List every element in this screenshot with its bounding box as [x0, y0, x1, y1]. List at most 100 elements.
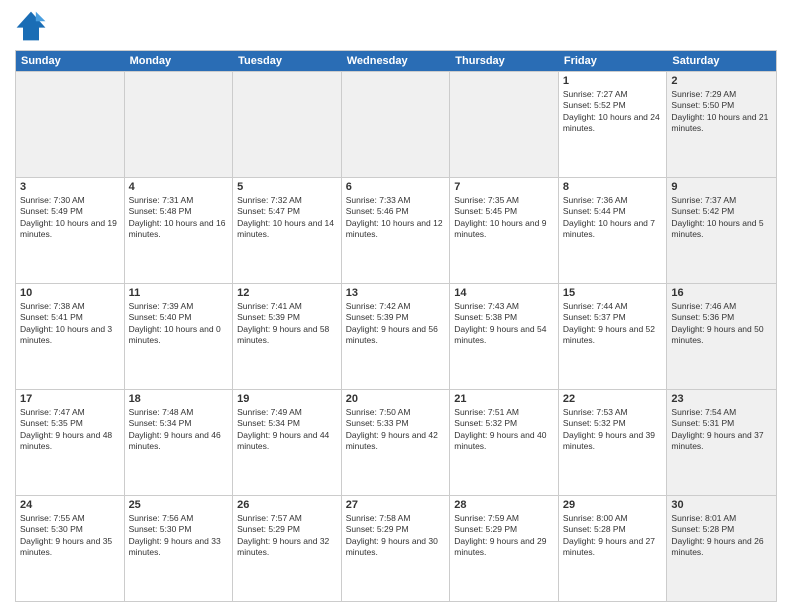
calendar-row-0: 1 Sunrise: 7:27 AM Sunset: 5:52 PM Daylig… — [16, 71, 776, 177]
day-info: Sunrise: 7:50 AM Sunset: 5:33 PM Dayligh… — [346, 407, 446, 453]
day-number: 17 — [20, 393, 120, 405]
day-info: Sunrise: 7:53 AM Sunset: 5:32 PM Dayligh… — [563, 407, 663, 453]
day-number: 13 — [346, 287, 446, 299]
day-number: 30 — [671, 499, 772, 511]
day-info: Sunrise: 7:39 AM Sunset: 5:40 PM Dayligh… — [129, 301, 229, 347]
day-number: 1 — [563, 75, 663, 87]
day-info: Sunrise: 7:54 AM Sunset: 5:31 PM Dayligh… — [671, 407, 772, 453]
calendar-body: 1 Sunrise: 7:27 AM Sunset: 5:52 PM Daylig… — [16, 71, 776, 601]
day-info: Sunrise: 7:49 AM Sunset: 5:34 PM Dayligh… — [237, 407, 337, 453]
day-info: Sunrise: 7:31 AM Sunset: 5:48 PM Dayligh… — [129, 195, 229, 241]
calendar-cell-20: 20 Sunrise: 7:50 AM Sunset: 5:33 PM Dayli… — [342, 390, 451, 495]
day-info: Sunrise: 7:36 AM Sunset: 5:44 PM Dayligh… — [563, 195, 663, 241]
day-info: Sunrise: 7:32 AM Sunset: 5:47 PM Dayligh… — [237, 195, 337, 241]
header — [15, 10, 777, 42]
day-number: 8 — [563, 181, 663, 193]
page: SundayMondayTuesdayWednesdayThursdayFrid… — [0, 0, 792, 612]
day-number: 5 — [237, 181, 337, 193]
day-number: 24 — [20, 499, 120, 511]
day-number: 4 — [129, 181, 229, 193]
calendar-cell-1: 1 Sunrise: 7:27 AM Sunset: 5:52 PM Daylig… — [559, 72, 668, 177]
day-number: 3 — [20, 181, 120, 193]
day-info: Sunrise: 7:42 AM Sunset: 5:39 PM Dayligh… — [346, 301, 446, 347]
calendar-cell-6: 6 Sunrise: 7:33 AM Sunset: 5:46 PM Daylig… — [342, 178, 451, 283]
calendar-row-2: 10 Sunrise: 7:38 AM Sunset: 5:41 PM Dayli… — [16, 283, 776, 389]
calendar-cell-15: 15 Sunrise: 7:44 AM Sunset: 5:37 PM Dayli… — [559, 284, 668, 389]
calendar-cell-19: 19 Sunrise: 7:49 AM Sunset: 5:34 PM Dayli… — [233, 390, 342, 495]
day-number: 25 — [129, 499, 229, 511]
calendar-cell-empty-0-0 — [16, 72, 125, 177]
day-number: 9 — [671, 181, 772, 193]
logo-icon — [15, 10, 47, 42]
day-info: Sunrise: 7:37 AM Sunset: 5:42 PM Dayligh… — [671, 195, 772, 241]
day-number: 28 — [454, 499, 554, 511]
day-info: Sunrise: 8:01 AM Sunset: 5:28 PM Dayligh… — [671, 513, 772, 559]
header-day-sunday: Sunday — [16, 51, 125, 71]
day-number: 20 — [346, 393, 446, 405]
day-number: 26 — [237, 499, 337, 511]
calendar-cell-13: 13 Sunrise: 7:42 AM Sunset: 5:39 PM Dayli… — [342, 284, 451, 389]
day-info: Sunrise: 7:58 AM Sunset: 5:29 PM Dayligh… — [346, 513, 446, 559]
day-info: Sunrise: 7:43 AM Sunset: 5:38 PM Dayligh… — [454, 301, 554, 347]
calendar-cell-5: 5 Sunrise: 7:32 AM Sunset: 5:47 PM Daylig… — [233, 178, 342, 283]
day-number: 29 — [563, 499, 663, 511]
calendar-cell-27: 27 Sunrise: 7:58 AM Sunset: 5:29 PM Dayli… — [342, 496, 451, 601]
day-info: Sunrise: 7:47 AM Sunset: 5:35 PM Dayligh… — [20, 407, 120, 453]
day-number: 22 — [563, 393, 663, 405]
calendar-cell-7: 7Sunrise: 7:35 AM Sunset: 5:45 PM Daylig… — [450, 178, 559, 283]
calendar-header: SundayMondayTuesdayWednesdayThursdayFrid… — [16, 51, 776, 71]
header-day-monday: Monday — [125, 51, 234, 71]
calendar-cell-21: 21 Sunrise: 7:51 AM Sunset: 5:32 PM Dayli… — [450, 390, 559, 495]
day-info: Sunrise: 7:59 AM Sunset: 5:29 PM Dayligh… — [454, 513, 554, 559]
day-number: 19 — [237, 393, 337, 405]
calendar-cell-3: 3Sunrise: 7:30 AM Sunset: 5:49 PM Daylig… — [16, 178, 125, 283]
day-info: Sunrise: 7:35 AM Sunset: 5:45 PM Dayligh… — [454, 195, 554, 241]
day-info: Sunrise: 7:48 AM Sunset: 5:34 PM Dayligh… — [129, 407, 229, 453]
calendar-cell-empty-0-4 — [450, 72, 559, 177]
calendar-cell-22: 22 Sunrise: 7:53 AM Sunset: 5:32 PM Dayli… — [559, 390, 668, 495]
day-info: Sunrise: 7:27 AM Sunset: 5:52 PM Dayligh… — [563, 89, 663, 135]
calendar-cell-14: 14 Sunrise: 7:43 AM Sunset: 5:38 PM Dayli… — [450, 284, 559, 389]
day-number: 18 — [129, 393, 229, 405]
header-day-saturday: Saturday — [667, 51, 776, 71]
day-number: 6 — [346, 181, 446, 193]
day-info: Sunrise: 7:41 AM Sunset: 5:39 PM Dayligh… — [237, 301, 337, 347]
day-number: 14 — [454, 287, 554, 299]
day-info: Sunrise: 7:38 AM Sunset: 5:41 PM Dayligh… — [20, 301, 120, 347]
calendar-cell-10: 10 Sunrise: 7:38 AM Sunset: 5:41 PM Dayli… — [16, 284, 125, 389]
calendar-cell-8: 8 Sunrise: 7:36 AM Sunset: 5:44 PM Daylig… — [559, 178, 668, 283]
header-day-thursday: Thursday — [450, 51, 559, 71]
calendar-cell-empty-0-3 — [342, 72, 451, 177]
calendar-cell-12: 12Sunrise: 7:41 AM Sunset: 5:39 PM Dayli… — [233, 284, 342, 389]
day-info: Sunrise: 7:46 AM Sunset: 5:36 PM Dayligh… — [671, 301, 772, 347]
header-day-friday: Friday — [559, 51, 668, 71]
calendar-cell-18: 18 Sunrise: 7:48 AM Sunset: 5:34 PM Dayli… — [125, 390, 234, 495]
calendar-cell-29: 29Sunrise: 8:00 AM Sunset: 5:28 PM Dayli… — [559, 496, 668, 601]
calendar-cell-empty-0-2 — [233, 72, 342, 177]
day-number: 27 — [346, 499, 446, 511]
calendar-cell-9: 9 Sunrise: 7:37 AM Sunset: 5:42 PM Daylig… — [667, 178, 776, 283]
calendar-cell-24: 24 Sunrise: 7:55 AM Sunset: 5:30 PM Dayli… — [16, 496, 125, 601]
header-day-tuesday: Tuesday — [233, 51, 342, 71]
day-number: 10 — [20, 287, 120, 299]
day-info: Sunrise: 7:56 AM Sunset: 5:30 PM Dayligh… — [129, 513, 229, 559]
calendar-cell-30: 30 Sunrise: 8:01 AM Sunset: 5:28 PM Dayli… — [667, 496, 776, 601]
calendar-row-3: 17 Sunrise: 7:47 AM Sunset: 5:35 PM Dayli… — [16, 389, 776, 495]
day-info: Sunrise: 7:51 AM Sunset: 5:32 PM Dayligh… — [454, 407, 554, 453]
logo — [15, 10, 51, 42]
day-info: Sunrise: 7:55 AM Sunset: 5:30 PM Dayligh… — [20, 513, 120, 559]
calendar-cell-16: 16Sunrise: 7:46 AM Sunset: 5:36 PM Dayli… — [667, 284, 776, 389]
calendar-cell-28: 28 Sunrise: 7:59 AM Sunset: 5:29 PM Dayli… — [450, 496, 559, 601]
day-number: 21 — [454, 393, 554, 405]
day-info: Sunrise: 7:33 AM Sunset: 5:46 PM Dayligh… — [346, 195, 446, 241]
calendar-cell-26: 26Sunrise: 7:57 AM Sunset: 5:29 PM Dayli… — [233, 496, 342, 601]
calendar-cell-11: 11Sunrise: 7:39 AM Sunset: 5:40 PM Dayli… — [125, 284, 234, 389]
header-day-wednesday: Wednesday — [342, 51, 451, 71]
day-number: 15 — [563, 287, 663, 299]
calendar-row-1: 3Sunrise: 7:30 AM Sunset: 5:49 PM Daylig… — [16, 177, 776, 283]
calendar: SundayMondayTuesdayWednesdayThursdayFrid… — [15, 50, 777, 602]
calendar-cell-empty-0-1 — [125, 72, 234, 177]
day-number: 23 — [671, 393, 772, 405]
calendar-cell-4: 4 Sunrise: 7:31 AM Sunset: 5:48 PM Daylig… — [125, 178, 234, 283]
day-info: Sunrise: 7:44 AM Sunset: 5:37 PM Dayligh… — [563, 301, 663, 347]
